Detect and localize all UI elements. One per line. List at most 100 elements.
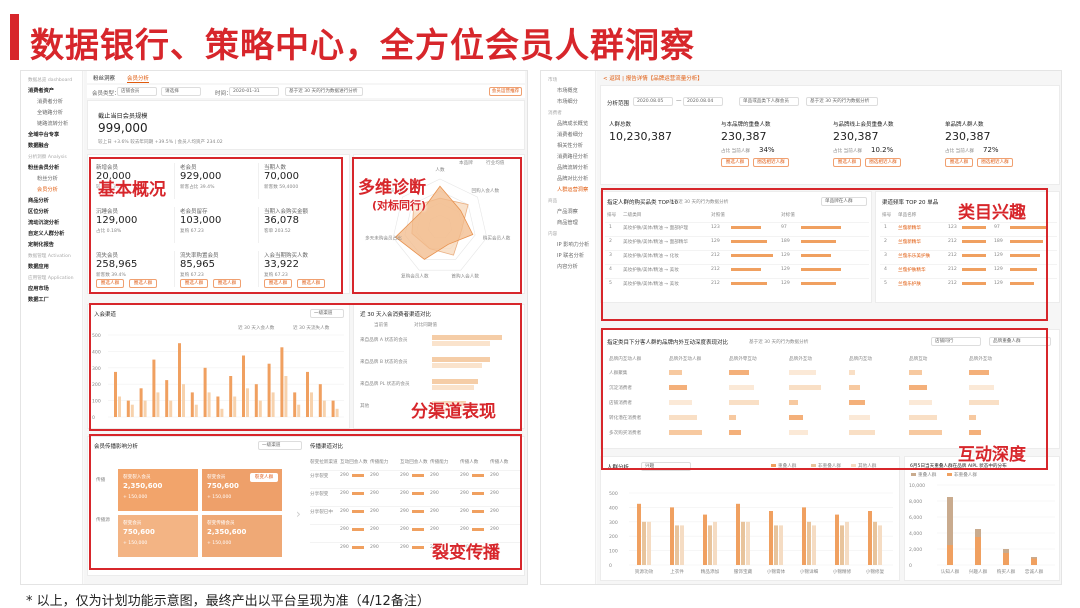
crowd-kpi-pct: 34% [759, 146, 775, 154]
crowd-kpi-sub: 占比 当前人群 [945, 149, 975, 154]
x-tick-label: 购买人群 [997, 568, 1016, 575]
rside-item-5[interactable]: 消费者细分 [541, 130, 595, 141]
date-to-input[interactable]: 2020.08.04 [683, 97, 723, 106]
lside-item-13[interactable]: 流动沉淀分析 [21, 218, 82, 229]
rside-item-9[interactable]: 品牌对比分析 [541, 174, 595, 185]
lside-item-15[interactable]: 定制化报告 [21, 240, 82, 251]
rside-item-16[interactable]: IP 联名分析 [541, 251, 595, 262]
y-tick-label: 2,000 [909, 547, 922, 553]
crowd-bar [873, 521, 877, 565]
crowd-bar [647, 521, 651, 565]
lside-item-20[interactable]: 数据工厂 [21, 295, 82, 306]
member-type-select[interactable]: 店铺会员 [117, 87, 157, 96]
tab-fans[interactable]: 粉丝洞察 [93, 74, 115, 82]
crowd-kpi-value: 10,230,387 [609, 130, 672, 143]
annotation-fission: 裂变传播 [432, 543, 500, 563]
crowd-bar [878, 525, 882, 565]
crowd-option-1[interactable]: 单品或品类下人群会员 [739, 97, 799, 106]
rside-item-15[interactable]: IP 影响力分析 [541, 240, 595, 251]
level-select[interactable]: 请选择 [161, 87, 201, 96]
rside-item-10[interactable]: 人群运营洞察 [541, 185, 595, 196]
aipl-chart-card: 6月5日当天重叠人群在品牌 AIPL 状态中的分布 重叠人群 非重叠人群 10,00… [904, 456, 1060, 581]
crowd-bar [812, 525, 816, 565]
y-tick-label: 100 [609, 549, 618, 555]
x-tick-label: 服饰宝藏 [734, 568, 753, 575]
rside-item-0[interactable]: 市场 [541, 75, 595, 86]
crowd-bar [680, 525, 684, 565]
annotation-multi: 多维诊断 [358, 178, 426, 198]
lside-item-0[interactable]: 数据总览 dashboard [21, 75, 82, 86]
rside-item-4[interactable]: 品牌成长概览 [541, 119, 595, 130]
lside-item-8[interactable]: 粉丝会员分析 [21, 163, 82, 174]
compare-select[interactable]: 基于近 30 天的行为数据进行分析 [285, 87, 363, 96]
rside-item-12[interactable]: 产品洞察 [541, 207, 595, 218]
crowd-bar [637, 503, 641, 565]
lside-item-16[interactable]: 数据管理 Activation [21, 251, 82, 262]
rside-item-17[interactable]: 内容分析 [541, 262, 595, 273]
select-similar-crowd-button[interactable]: 圈选相近人群 [977, 158, 1013, 167]
rside-item-7[interactable]: 消费路径分析 [541, 152, 595, 163]
date-input[interactable]: 2020-01-31 [229, 87, 279, 96]
x-tick-label: 忠诚人群 [1025, 568, 1044, 575]
lside-item-5[interactable]: 全域中台专享 [21, 130, 82, 141]
lside-item-6[interactable]: 数据融合 [21, 141, 82, 152]
crowd-kpi-label: 单品牌人群人数 [945, 122, 984, 128]
lside-item-4[interactable]: 链路流转分析 [21, 119, 82, 130]
right-sidebar: 市场 市场概览 市场细分 消费者 品牌成长概览 消费者细分 相关性分析 消费路径分析 品牌流转分… [541, 71, 596, 584]
member-type-label: 会员类型： [92, 91, 120, 97]
lside-item-11[interactable]: 商品分析 [21, 196, 82, 207]
crowd-bar [840, 525, 844, 565]
crowd-bar [670, 507, 674, 565]
lside-item-7[interactable]: 分析洞察 Analysis [21, 152, 82, 163]
y-tick-label: 400 [609, 505, 618, 511]
summary-title: 截止当日会员规模 [98, 113, 148, 120]
legend-swatch [911, 473, 916, 476]
lside-item-3[interactable]: 全链路分析 [21, 108, 82, 119]
lside-item-10[interactable]: 会员分析 [21, 185, 82, 196]
lside-item-2[interactable]: 消费者分析 [21, 97, 82, 108]
annotation-interaction: 互动深度 [958, 445, 1026, 465]
rside-item-2[interactable]: 市场细分 [541, 97, 595, 108]
crowd-bar [769, 511, 773, 565]
date-from-input[interactable]: 2020.08.05 [633, 97, 673, 106]
select-crowd-button[interactable]: 圈选人群 [945, 158, 973, 167]
select-similar-crowd-button[interactable]: 圈选相近人群 [865, 158, 901, 167]
y-tick-label: 8,000 [909, 499, 922, 505]
y-tick-label: 6,000 [909, 515, 922, 521]
crowd-kpi-pct: 72% [983, 146, 999, 154]
crowd-bar-chart-card: 人群分析 兴趣 重叠人群 非重叠人群 其他人群 500 400 300 200 100 0 资源功… [600, 456, 900, 581]
lside-item-14[interactable]: 自定义人群分析 [21, 229, 82, 240]
rside-item-11[interactable]: 商品 [541, 196, 595, 207]
rside-item-3[interactable]: 消费者 [541, 108, 595, 119]
annotation-basic: 基本概况 [98, 180, 166, 200]
crowd-kpi-sub: 占比 当前人群 [721, 149, 751, 154]
breadcrumb[interactable]: < 返回 | 报告详情【品牌运营流量分析】 [603, 74, 703, 82]
footnote: * 以上，仅为计划功能示意图，最终产出以平台呈现为准（4/12备注） [26, 594, 430, 608]
lside-item-12[interactable]: 区位分析 [21, 207, 82, 218]
title-accent-bar [10, 14, 19, 60]
lside-item-17[interactable]: 数据应用 [21, 262, 82, 273]
crowd-bar [845, 521, 849, 565]
aipl-bar-chart: 重叠人群 非重叠人群 10,000 8,000 6,000 4,000 2,000 0 认知人群… [909, 471, 1055, 575]
lside-item-1[interactable]: 消费者资产 [21, 86, 82, 97]
x-tick-label: 上衣件 [670, 568, 684, 575]
rside-item-6[interactable]: 相关性分析 [541, 141, 595, 152]
aipl-bar-nonoverlap [1003, 553, 1009, 565]
rside-item-8[interactable]: 品牌流转分析 [541, 163, 595, 174]
rside-item-14[interactable]: 内容 [541, 229, 595, 240]
lside-item-19[interactable]: 应用市场 [21, 284, 82, 295]
crowd-kpi-label: 与品牌线上会员重叠人数 [833, 122, 894, 128]
tab-member[interactable]: 会员分析 [127, 74, 150, 83]
select-crowd-button[interactable]: 圈选人群 [833, 158, 861, 167]
x-tick-label: 认知人群 [941, 568, 960, 575]
aipl-bar-nonoverlap [1031, 558, 1037, 565]
lside-item-9[interactable]: 粉丝分析 [21, 174, 82, 185]
export-button[interactable]: 会员运营推荐 [489, 87, 522, 96]
rside-item-1[interactable]: 市场概览 [541, 86, 595, 97]
lside-item-18[interactable]: 应用管理 Application [21, 273, 82, 284]
crowd-option-2[interactable]: 基于近 30 天的行为数据分析 [806, 97, 878, 106]
rside-item-13[interactable]: 商品管理 [541, 218, 595, 229]
y-tick-label: 300 [609, 520, 618, 526]
select-similar-crowd-button[interactable]: 圈选相近人群 [753, 158, 789, 167]
select-crowd-button[interactable]: 圈选人群 [721, 158, 749, 167]
